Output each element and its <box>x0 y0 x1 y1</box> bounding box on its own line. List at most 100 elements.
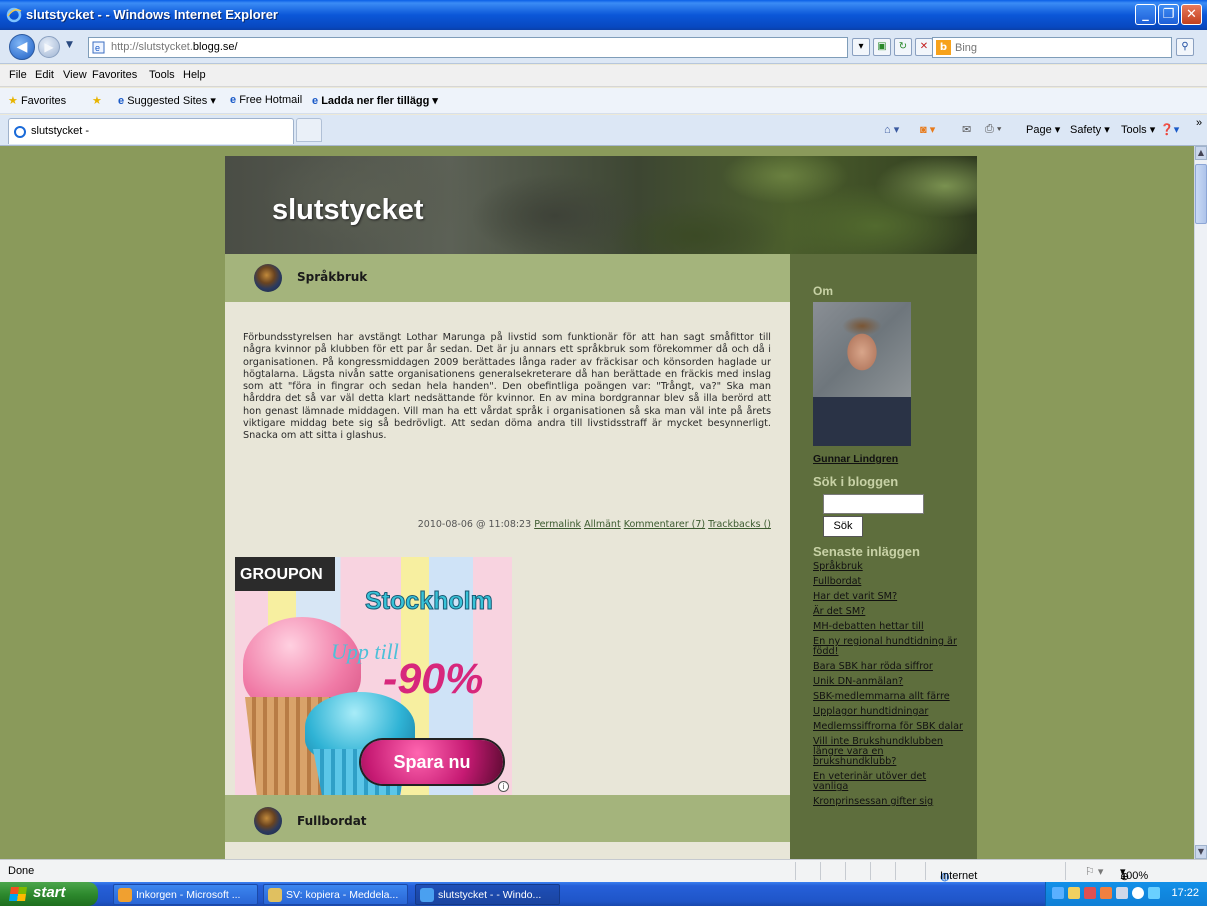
post-meta: 2010-08-06 @ 11:08:23 Permalink Allmänt … <box>418 519 771 530</box>
menu-tools[interactable]: Tools <box>149 69 175 81</box>
recent-post-link[interactable]: Språkbruk <box>813 562 963 572</box>
recent-post-link[interactable]: Är det SM? <box>813 607 963 617</box>
recent-post-link[interactable]: En veterinär utöver det vanliga <box>813 772 963 792</box>
recent-post-link[interactable]: Upplagor hundtidningar <box>813 707 963 717</box>
menu-view[interactable]: View <box>63 69 87 81</box>
blog-header: slutstycket <box>225 156 977 254</box>
recent-post-link[interactable]: Har det varit SM? <box>813 592 963 602</box>
addons-link[interactable]: e Ladda ner fler tillägg ▾ <box>312 94 438 107</box>
address-dropdown-button[interactable]: ▾ <box>852 38 870 56</box>
mail-icon[interactable]: ✉ <box>962 123 971 136</box>
search-box[interactable]: b <box>932 37 1172 58</box>
ad-discount: -90% <box>383 655 484 703</box>
free-hotmail-link[interactable]: e Free Hotmail <box>230 94 302 106</box>
minimize-button[interactable]: _ <box>1135 4 1156 25</box>
menu-help[interactable]: Help <box>183 69 206 81</box>
author-photo <box>813 302 911 446</box>
page-menu[interactable]: Page ▾ <box>1026 123 1060 136</box>
home-icon[interactable]: ⌂ ▾ <box>884 123 899 136</box>
recent-post-link[interactable]: Unik DN-anmälan? <box>813 677 963 687</box>
start-button[interactable]: start <box>0 882 98 906</box>
menu-favorites[interactable]: Favorites <box>92 69 137 81</box>
add-favorite-icon[interactable]: ★ <box>92 94 102 107</box>
recent-pages-dropdown-icon[interactable]: ▼ <box>66 40 73 50</box>
app-tray-icon[interactable] <box>1148 887 1160 899</box>
mail-tray-icon[interactable] <box>1068 887 1080 899</box>
restore-button[interactable]: ❐ <box>1158 4 1179 25</box>
taskbar-button-message[interactable]: SV: kopiera - Meddela... <box>263 884 408 905</box>
blog-search-input[interactable] <box>823 494 924 514</box>
menu-edit[interactable]: Edit <box>35 69 54 81</box>
chevron-more-icon[interactable]: » <box>1196 117 1202 129</box>
scroll-thumb[interactable] <box>1195 164 1207 224</box>
recent-post-link[interactable]: Bara SBK har röda siffror <box>813 662 963 672</box>
scroll-down-icon[interactable]: ▼ <box>1195 845 1207 859</box>
tab-row: slutstycket - ⌂ ▾ ◙ ▾ ✉ ⎙ ▾ Page ▾ Safet… <box>0 115 1207 146</box>
ad-info-icon[interactable]: i <box>498 781 509 792</box>
trackbacks-link[interactable]: Trackbacks () <box>708 519 771 530</box>
sidebar: Om Gunnar Lindgren Sök i bloggen Sök Sen… <box>790 254 977 859</box>
volume-icon[interactable] <box>1116 887 1128 899</box>
antivirus-icon[interactable] <box>1084 887 1096 899</box>
taskbar-button-outlook[interactable]: Inkorgen - Microsoft ... <box>113 884 258 905</box>
groupon-logo: GROUPON <box>235 557 335 591</box>
page-icon: e <box>92 41 105 54</box>
author-name-link[interactable]: Gunnar Lindgren <box>813 453 898 465</box>
recent-post-link[interactable]: Fullbordat <box>813 577 963 587</box>
recent-post-link[interactable]: Medlemssiffrorna för SBK dalar <box>813 722 963 732</box>
tab-slutstycket[interactable]: slutstycket - <box>8 118 294 144</box>
taskbar: start Inkorgen - Microsoft ... SV: kopie… <box>0 882 1207 906</box>
safety-menu[interactable]: Safety ▾ <box>1070 123 1110 136</box>
recent-post-link[interactable]: Kronprinsessan gifter sig <box>813 797 963 807</box>
print-icon[interactable]: ⎙ ▾ <box>985 123 1001 136</box>
back-button[interactable]: ◀ <box>9 34 35 60</box>
permalink-link[interactable]: Permalink <box>534 519 581 530</box>
bing-icon: b <box>936 40 951 55</box>
star-icon: ★ <box>8 95 18 107</box>
stop-button[interactable]: ✕ <box>915 38 933 56</box>
recent-post-link[interactable]: MH-debatten hettar till <box>813 622 963 632</box>
favorites-button[interactable]: ★ Favorites <box>8 94 66 107</box>
status-icon[interactable] <box>1132 887 1144 899</box>
feeds-icon[interactable]: ◙ ▾ <box>920 123 935 136</box>
status-divider <box>845 862 846 880</box>
recent-post-link[interactable]: En ny regional hundtidning är född! <box>813 637 963 657</box>
ad-city: Stockholm <box>365 587 494 616</box>
forward-button[interactable]: ▶ <box>38 36 60 58</box>
window-title-bar[interactable]: slutstycket - - Windows Internet Explore… <box>0 0 1207 30</box>
recent-post-link[interactable]: Vill inte Brukshundklubben längre vara e… <box>813 737 963 767</box>
groupon-ad[interactable]: GROUPON Stockholm Upp till -90% Spara nu… <box>235 557 512 795</box>
alert-icon[interactable] <box>1100 887 1112 899</box>
tools-menu[interactable]: Tools ▾ <box>1121 123 1155 136</box>
vertical-scrollbar[interactable]: ▲ ▼ <box>1194 146 1207 859</box>
search-button[interactable]: ⚲ <box>1176 38 1194 56</box>
address-bar[interactable]: e http://slutstycket.blogg.se/ <box>88 37 848 58</box>
close-button[interactable]: ✕ <box>1181 4 1202 25</box>
compatibility-view-button[interactable]: ▣ <box>873 38 891 56</box>
address-toolbar: ◀ ▶ ▼ e http://slutstycket.blogg.se/ ▾ ▣… <box>0 30 1207 64</box>
blog-search-button[interactable]: Sök <box>823 516 863 537</box>
scroll-up-icon[interactable]: ▲ <box>1195 146 1207 160</box>
post-title[interactable]: Språkbruk <box>297 270 367 284</box>
ie-page-icon: e <box>230 94 237 106</box>
recent-heading: Senaste inläggen <box>813 544 920 559</box>
help-icon[interactable]: ❓▾ <box>1160 123 1179 136</box>
suggested-sites-link[interactable]: e Suggested Sites ▾ <box>118 94 216 107</box>
comments-link[interactable]: Kommentarer (7) <box>624 519 705 530</box>
blog-main-column: Språkbruk Förbundsstyrelsen har avstängt… <box>225 254 790 859</box>
recent-post-link[interactable]: SBK-medlemmarna allt färre <box>813 692 963 702</box>
refresh-button[interactable]: ↻ <box>894 38 912 56</box>
new-tab-button[interactable] <box>296 118 322 142</box>
taskbar-button-ie[interactable]: slutstycket - - Windo... <box>415 884 560 905</box>
ad-cta-button[interactable]: Spara nu <box>361 740 503 784</box>
menu-file[interactable]: File <box>9 69 27 81</box>
ie-page-icon: e <box>312 95 319 107</box>
zoom-control[interactable]: ⊕ 100% ▾ <box>1120 865 1148 883</box>
status-divider <box>870 862 871 880</box>
category-link[interactable]: Allmänt <box>584 519 621 530</box>
protected-mode-icon[interactable]: ⚐ ▾ <box>1085 865 1103 878</box>
post-title[interactable]: Fullbordat <box>297 814 367 828</box>
network-icon[interactable] <box>1052 887 1064 899</box>
blog-title[interactable]: slutstycket <box>272 194 424 227</box>
search-input[interactable] <box>955 40 1165 55</box>
